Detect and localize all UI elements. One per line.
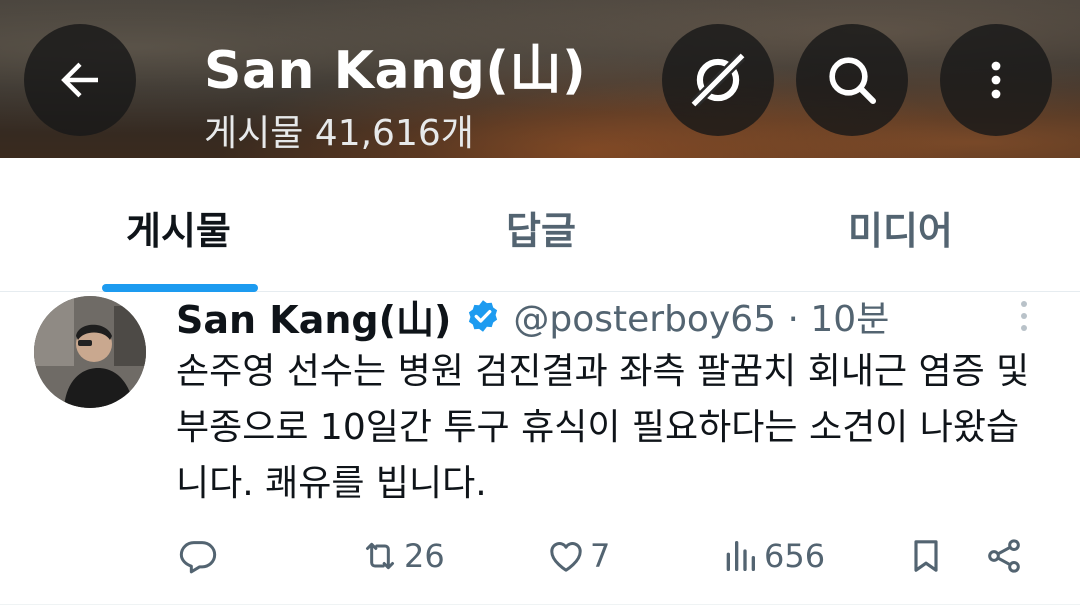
tweet-text: 손주영 선수는 병원 검진결과 좌측 팔꿈치 회내근 염증 및 부종으로 10일… — [176, 351, 1030, 504]
profile-name-title: San Kang(山) — [204, 41, 587, 101]
like-count: 7 — [590, 537, 611, 575]
bookmark-button[interactable] — [906, 528, 946, 584]
profile-header: San Kang(山) 게시물 41,616개 — [0, 0, 1080, 158]
more-vertical-icon — [991, 61, 1001, 99]
search-button[interactable] — [796, 24, 908, 136]
search-icon — [829, 57, 877, 105]
views-icon — [726, 541, 755, 571]
divider — [0, 604, 1080, 605]
grok-button[interactable] — [662, 24, 774, 136]
reply-icon — [179, 541, 217, 574]
tweet-actions: 26 7 656 — [0, 528, 1080, 584]
like-icon — [550, 542, 582, 572]
grok-icon — [691, 53, 745, 107]
retweet-button[interactable]: 26 — [360, 528, 445, 584]
views-button[interactable]: 656 — [720, 528, 825, 584]
back-button[interactable] — [24, 24, 136, 136]
tab-replies[interactable]: 답글 — [506, 200, 576, 255]
like-button[interactable]: 7 — [546, 528, 610, 584]
reply-button[interactable] — [178, 528, 218, 584]
post-count: 게시물 41,616개 — [204, 113, 474, 154]
verified-badge-icon — [469, 300, 498, 332]
bookmark-icon — [914, 540, 938, 572]
back-arrow-icon — [61, 62, 98, 98]
views-count: 656 — [764, 537, 826, 575]
avatar-photo-icon — [34, 296, 146, 408]
more-options-button[interactable] — [940, 24, 1052, 136]
avatar[interactable] — [34, 296, 146, 408]
tweet-header: San Kang(山) @posterboy65 · 10분 — [176, 292, 890, 342]
retweet-count: 26 — [404, 537, 445, 575]
tab-media[interactable]: 미디어 — [848, 200, 953, 255]
tweet-more-icon[interactable] — [1010, 298, 1038, 334]
tab-posts[interactable]: 게시물 — [126, 200, 231, 255]
profile-tabs: 게시물 답글 미디어 — [0, 158, 1080, 292]
retweet-icon — [366, 542, 394, 570]
share-icon — [988, 539, 1020, 573]
tweet-handle-time: @posterboy65 · 10분 — [513, 299, 890, 340]
share-button[interactable] — [984, 528, 1024, 584]
tweet-author-name[interactable]: San Kang(山) — [176, 289, 451, 344]
